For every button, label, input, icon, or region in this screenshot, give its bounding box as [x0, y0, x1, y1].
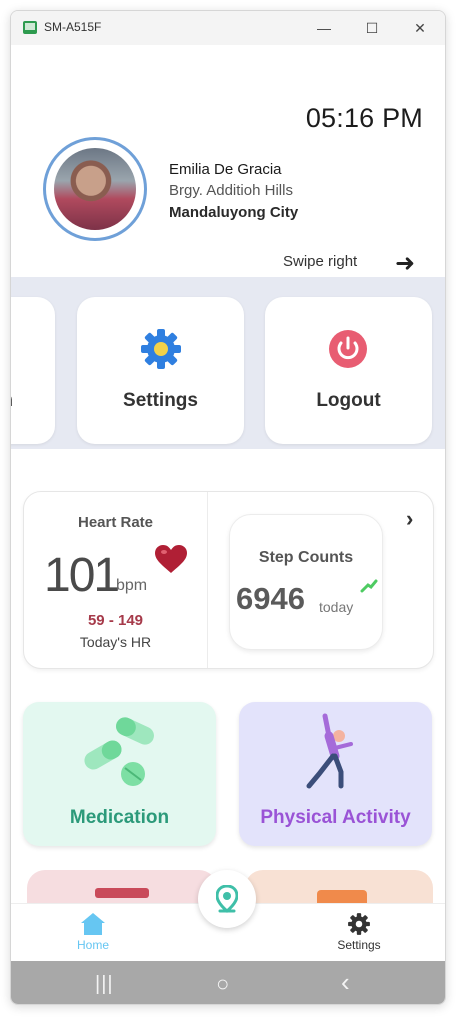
nav-settings-label: Settings — [337, 938, 381, 952]
settings-card-label: Settings — [123, 390, 198, 411]
running-shoe-icon — [360, 579, 378, 593]
gear-icon — [348, 913, 370, 935]
menu-card-partial[interactable]: n — [11, 297, 55, 444]
profile-city: Mandaluyong City — [169, 204, 299, 221]
chevron-right-icon[interactable]: › — [406, 506, 413, 532]
exercise-icon — [306, 713, 353, 789]
health-summary-card[interactable]: Heart Rate 101 bpm 59 - 149 Today's HR S… — [23, 491, 434, 669]
heart-icon — [155, 545, 187, 573]
card-divider — [207, 492, 208, 668]
close-button[interactable]: ✕ — [405, 16, 435, 40]
recents-button[interactable]: ||| — [95, 973, 114, 996]
app-screen: 05:16 PM Emilia De Gracia Brgy. Additioh… — [11, 45, 445, 1004]
location-pin-icon — [216, 885, 238, 913]
maximize-button[interactable]: ☐ — [357, 16, 387, 40]
title-bar: SM-A515F — ☐ ✕ — [11, 11, 445, 45]
logout-card[interactable]: Logout — [265, 297, 432, 444]
nav-home[interactable]: Home — [63, 904, 123, 952]
home-icon — [81, 913, 105, 935]
step-count-unit: today — [319, 599, 354, 615]
minimize-button[interactable]: — — [309, 16, 339, 40]
power-icon — [329, 330, 367, 368]
profile-name: Emilia De Gracia — [169, 161, 282, 178]
home-system-button[interactable]: ○ — [216, 971, 229, 997]
gear-icon — [141, 329, 181, 369]
logout-card-label: Logout — [316, 390, 381, 411]
step-count-value: 6946 — [236, 581, 305, 616]
swipe-hint: Swipe right — [283, 253, 358, 270]
heart-rate-range: 59 - 149 — [87, 612, 144, 629]
pills-icon — [84, 717, 154, 786]
avatar[interactable] — [43, 137, 147, 241]
heart-rate-title: Heart Rate — [77, 514, 154, 531]
medication-label: Medication — [69, 807, 170, 828]
window-title: SM-A515F — [44, 20, 102, 34]
nav-home-label: Home — [76, 938, 109, 952]
back-button[interactable]: ‹ — [341, 967, 350, 998]
physical-activity-card[interactable]: Physical Activity — [239, 702, 432, 846]
system-navigation-bar: ||| ○ ‹ — [11, 961, 445, 1004]
heart-rate-unit: bpm — [116, 577, 148, 594]
location-button[interactable] — [198, 870, 256, 928]
app-icon — [23, 21, 37, 34]
nav-settings[interactable]: Settings — [329, 904, 389, 952]
step-count-card[interactable]: Step Counts 6946 today — [229, 514, 383, 650]
medication-card[interactable]: Medication — [23, 702, 216, 846]
menu-card-partial-label: n — [11, 390, 13, 412]
step-count-title: Step Counts — [258, 549, 354, 566]
heart-rate-value: 101 — [44, 549, 120, 602]
calendar-icon — [95, 888, 149, 898]
physical-activity-label: Physical Activity — [260, 807, 411, 828]
avatar-photo — [54, 148, 136, 230]
arrow-right-icon[interactable]: ➜ — [395, 249, 415, 278]
profile-address: Brgy. Additioh Hills — [169, 182, 293, 199]
clock-time: 05:16 PM — [305, 103, 423, 133]
heart-rate-caption: Today's HR — [79, 634, 152, 650]
app-window: SM-A515F — ☐ ✕ 05:16 PM Emilia De Gracia… — [10, 10, 446, 1005]
settings-card[interactable]: Settings — [77, 297, 244, 444]
